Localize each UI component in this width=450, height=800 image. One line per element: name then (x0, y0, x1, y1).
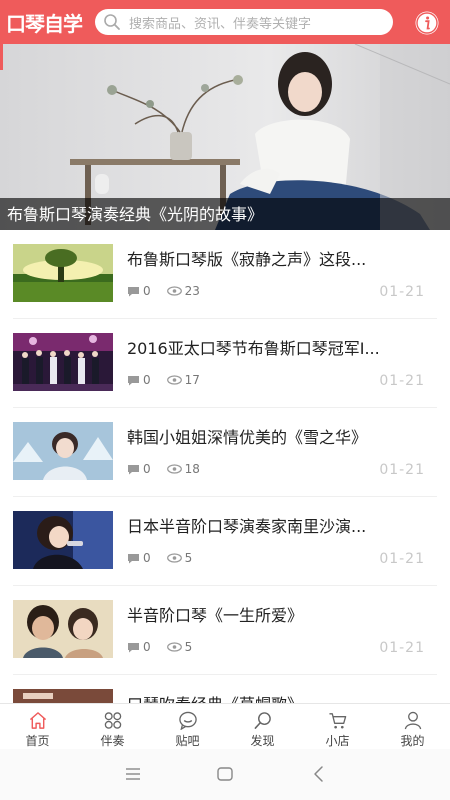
list-item[interactable]: 日本半音阶口琴演奏家南里沙演... 0 5 01-21 (0, 497, 450, 586)
tab-label: 我的 (400, 734, 425, 748)
tab-label: 伴奏 (100, 734, 125, 748)
article-thumbnail (13, 689, 113, 703)
eye-icon (166, 375, 182, 385)
article-meta: 0 5 (127, 551, 208, 565)
comment-icon (128, 286, 139, 296)
comment-count: 0 (143, 551, 151, 565)
system-nav-bar (0, 749, 450, 800)
list-item[interactable]: 口琴吹奏经典《草帽歌》 (0, 675, 450, 703)
comment-icon (128, 553, 139, 563)
banner-caption: 布鲁斯口琴演奏经典《光阴的故事》 (7, 205, 264, 224)
view-count: 17 (184, 373, 200, 387)
comment-icon (128, 642, 139, 652)
chat-icon (178, 711, 197, 730)
article-thumbnail (13, 422, 113, 480)
article-meta: 0 17 (127, 373, 216, 387)
view-count: 18 (184, 462, 200, 476)
square-home-icon[interactable] (214, 763, 236, 785)
tab-label: 首页 (25, 734, 50, 748)
search-bar[interactable]: 搜索商品、资讯、伴奏等关键字 (95, 9, 393, 35)
list-item[interactable]: 布鲁斯口琴版《寂静之声》这段... 0 23 01-21 (0, 230, 450, 319)
tab-accompaniment[interactable]: 伴奏 (75, 704, 150, 749)
article-date: 01-21 (379, 284, 425, 300)
article-date: 01-21 (379, 640, 425, 656)
search-icon (104, 14, 120, 30)
user-icon (404, 711, 421, 730)
eye-icon (166, 553, 182, 563)
article-meta: 0 18 (127, 462, 216, 476)
tab-home[interactable]: 首页 (0, 704, 75, 749)
article-meta: 0 23 (127, 284, 216, 298)
comment-count: 0 (143, 284, 151, 298)
article-date: 01-21 (379, 373, 425, 389)
home-icon (29, 712, 46, 729)
eye-icon (166, 464, 182, 474)
article-date: 01-21 (379, 462, 425, 478)
tab-profile[interactable]: 我的 (375, 704, 450, 749)
tab-shop[interactable]: 小店 (300, 704, 375, 749)
comment-count: 0 (143, 462, 151, 476)
article-title[interactable]: 2016亚太口琴节布鲁斯口琴冠军I... (127, 335, 432, 359)
discover-icon (254, 712, 271, 729)
tab-discover[interactable]: 发现 (225, 704, 300, 749)
grid-icon (104, 712, 121, 729)
comment-icon (128, 464, 139, 474)
article-thumbnail (13, 244, 113, 302)
back-icon[interactable] (308, 763, 330, 785)
eye-icon (166, 642, 182, 652)
comment-count: 0 (143, 640, 151, 654)
view-count: 5 (184, 640, 193, 654)
info-icon[interactable] (414, 10, 440, 36)
list-item[interactable]: 韩国小姐姐深情优美的《雪之华》 0 18 01-21 (0, 408, 450, 497)
comment-icon (128, 375, 139, 385)
article-title[interactable]: 半音阶口琴《一生所爱》 (127, 602, 432, 626)
banner-carousel[interactable]: 布鲁斯口琴演奏经典《光阴的故事》 (0, 44, 450, 230)
article-title[interactable]: 日本半音阶口琴演奏家南里沙演... (127, 513, 432, 537)
article-date: 01-21 (379, 551, 425, 567)
view-count: 23 (184, 284, 200, 298)
cart-icon (328, 713, 346, 729)
tab-forum[interactable]: 贴吧 (150, 704, 225, 749)
view-count: 5 (184, 551, 193, 565)
search-input[interactable]: 搜索商品、资讯、伴奏等关键字 (129, 13, 311, 32)
eye-icon (166, 286, 182, 296)
app-title: 口琴自学 (6, 11, 83, 36)
tab-label: 发现 (250, 734, 275, 748)
list-item[interactable]: 2016亚太口琴节布鲁斯口琴冠军I... 0 17 01-21 (0, 319, 450, 408)
article-meta: 0 5 (127, 640, 208, 654)
article-title[interactable]: 口琴吹奏经典《草帽歌》 (127, 691, 432, 703)
comment-count: 0 (143, 373, 151, 387)
accent-edge (0, 44, 3, 70)
article-thumbnail (13, 511, 113, 569)
list-item[interactable]: 半音阶口琴《一生所爱》 0 5 01-21 (0, 586, 450, 675)
tab-label: 贴吧 (175, 734, 200, 748)
tab-label: 小店 (325, 734, 350, 748)
top-header: 口琴自学 搜索商品、资讯、伴奏等关键字 (0, 0, 450, 44)
article-thumbnail (13, 333, 113, 391)
article-thumbnail (13, 600, 113, 658)
article-title[interactable]: 布鲁斯口琴版《寂静之声》这段... (127, 246, 432, 270)
article-title[interactable]: 韩国小姐姐深情优美的《雪之华》 (127, 424, 432, 448)
bottom-tab-bar: 首页 伴奏 贴吧 发现 小店 我的 (0, 703, 450, 749)
menu-icon[interactable] (122, 763, 144, 785)
